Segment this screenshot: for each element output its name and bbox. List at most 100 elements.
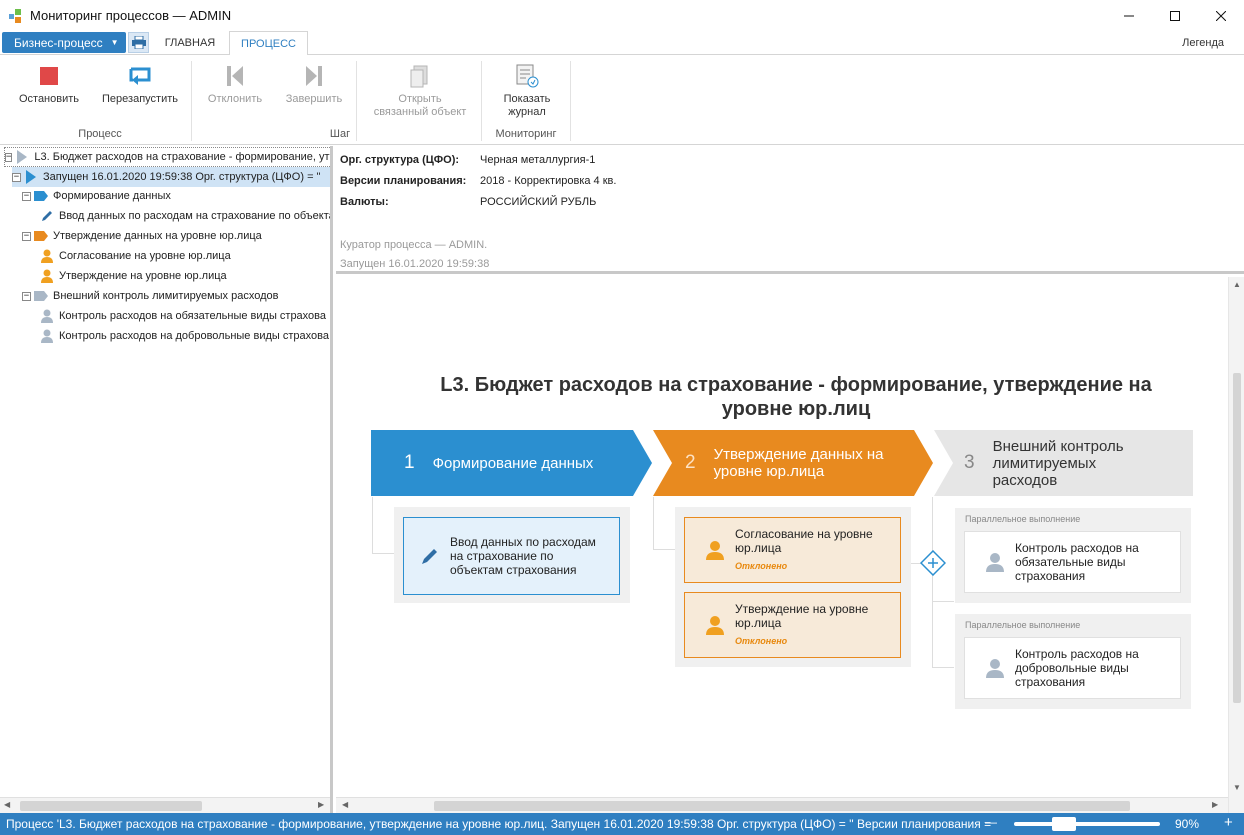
user-gray-icon [41,309,53,323]
connector-line [932,667,954,668]
info-value: Черная металлургия-1 [480,154,596,166]
diagram-title-line: L3. Бюджет расходов на страхование - фор… [440,374,1152,396]
stop-button[interactable]: Остановить [16,63,82,106]
tree-node-stage-1[interactable]: − Формирование данных [22,186,171,206]
stage-label: уровне юр.лица [713,463,825,480]
zoom-slider-thumb[interactable] [1052,817,1076,831]
tab-main[interactable]: ГЛАВНАЯ [152,31,228,55]
scroll-thumb[interactable] [20,801,202,811]
collapse-toggle-icon[interactable]: − [22,291,31,301]
tree-node-task-input[interactable]: Ввод данных по расходам на страхование п… [40,206,330,226]
scroll-left-icon[interactable]: ◀ [342,800,348,809]
info-currency-row: Валюты: РОССИЙСКИЙ РУБЛЬ [340,196,596,208]
scroll-down-icon[interactable]: ▼ [1233,783,1241,792]
stage-label: Внешний контроль [992,437,1124,455]
tree-label: L3. Бюджет расходов на страхование - фор… [34,151,333,163]
close-button[interactable] [1198,0,1244,31]
user-gray-icon [986,553,1004,572]
stage-2[interactable]: 2 Утверждение данных на уровне юр.лица [685,430,884,496]
collapse-toggle-icon[interactable]: − [22,191,31,201]
zoom-slider-track[interactable] [1014,822,1160,826]
process-diagram: L3. Бюджет расходов на страхование - фор… [336,277,1244,813]
scroll-thumb[interactable] [434,801,1130,811]
scroll-right-icon[interactable]: ▶ [318,800,324,809]
parallel-label: Параллельное выполнение [965,514,1081,524]
tree-label: Согласование на уровне юр.лица [59,250,231,262]
tree-node-task-agree[interactable]: Согласование на уровне юр.лица [40,246,231,266]
scroll-thumb[interactable] [1233,373,1241,703]
tree-node-stage-3[interactable]: − Внешний контроль лимитируемых расходов [22,286,278,306]
scroll-up-icon[interactable]: ▲ [1233,280,1241,289]
zoom-out-button[interactable]: — [985,815,997,829]
task-label: юр.лица [735,541,782,555]
stage-label: расходов [992,471,1058,489]
tree-node-task-voluntary[interactable]: Контроль расходов на добровольные виды с… [40,326,329,346]
legend-link[interactable]: Легенда [1182,37,1224,49]
tab-process[interactable]: ПРОЦЕСС [229,31,308,56]
reject-label: Отклонить [207,93,263,105]
group-label-monitoring: Мониторинг [495,128,557,140]
stage-1[interactable]: 1 Формирование данных [404,430,593,496]
task-card-agree[interactable]: Согласование на уровне юр.лица Отклонено [684,517,901,583]
connector-line [372,497,373,553]
connector-line [932,601,954,602]
task-card-mandatory[interactable]: Контроль расходов на обязательные виды с… [964,531,1181,593]
reject-button[interactable]: Отклонить [203,63,267,106]
tree-node-launch[interactable]: − Запущен 16.01.2020 19:59:38 Орг. струк… [12,167,330,187]
connector-line [653,549,675,550]
collapse-toggle-icon[interactable]: − [12,172,21,182]
tree-node-stage-2[interactable]: − Утверждение данных на уровне юр.лица [22,226,262,246]
open-related-label-2: связанный объект [373,106,467,118]
task-label: Контроль расходов на [1015,541,1139,555]
tree-node-root[interactable]: − L3. Бюджет расходов на страхование - ф… [4,147,333,167]
user-orange-icon [706,541,724,560]
user-gray-icon [986,659,1004,678]
stage-gray-icon [34,291,48,301]
app-menu-button[interactable]: Бизнес-процесс ▼ [2,32,126,53]
task-card-approve[interactable]: Утверждение на уровне юр.лица Отклонено [684,592,901,658]
tree-node-task-mandatory[interactable]: Контроль расходов на обязательные виды с… [40,306,326,326]
stage-number: 2 [685,452,696,473]
user-orange-icon [41,269,53,283]
tree-label: Контроль расходов на добровольные виды с… [59,330,329,342]
process-tree-panel: − L3. Бюджет расходов на страхование - ф… [0,146,333,813]
task-label: юр.лица [735,616,782,630]
open-related-label-1: Открыть [398,93,442,105]
maximize-button[interactable] [1152,0,1198,31]
close-icon [1216,10,1226,21]
process-icon [17,150,28,164]
stage-label: Утверждение данных на [713,446,884,463]
collapse-toggle-icon[interactable]: − [22,231,31,241]
zoom-in-button[interactable]: + [1224,814,1233,831]
process-info-panel: Орг. структура (ЦФО): Черная металлургия… [336,146,1244,274]
show-log-button[interactable]: Показать журнал [494,63,560,119]
stage-label: Формирование данных [432,454,594,472]
finish-button[interactable]: Завершить [282,63,346,106]
info-key: Орг. структура (ЦФО): [340,154,460,166]
task-card-input[interactable]: Ввод данных по расходам на страхование п… [403,517,620,595]
diagram-vertical-scrollbar[interactable]: ▲ ▼ [1228,277,1244,813]
app-icon [9,8,23,23]
stage-number: 3 [964,452,975,473]
stage-3[interactable]: 3 Внешний контроль лимитируемых расходов [964,430,1124,496]
info-key: Валюты: [340,196,389,208]
show-log-label-2: журнал [508,106,546,118]
restart-icon [129,67,151,85]
tree-label: Формирование данных [53,190,171,202]
task-label: Согласование на уровне [735,527,873,541]
tree-label: Утверждение данных на уровне юр.лица [53,230,262,242]
tree-horizontal-scrollbar[interactable]: ◀ ▶ [0,797,330,813]
minimize-button[interactable] [1106,0,1152,31]
scroll-right-icon[interactable]: ▶ [1212,800,1218,809]
scroll-left-icon[interactable]: ◀ [4,800,10,809]
task-card-voluntary[interactable]: Контроль расходов на добровольные виды с… [964,637,1181,699]
tree-node-task-approve[interactable]: Утверждение на уровне юр.лица [40,266,227,286]
print-button[interactable] [128,32,149,53]
collapse-toggle-icon[interactable]: − [5,152,13,162]
restart-button[interactable]: Перезапустить [98,63,182,106]
minimize-icon [1124,15,1134,16]
journal-icon [516,64,539,88]
open-related-button[interactable]: Открыть связанный объект [366,63,474,119]
diagram-horizontal-scrollbar[interactable]: ◀ ▶ [336,797,1228,813]
chevron-down-icon: ▼ [110,38,119,47]
